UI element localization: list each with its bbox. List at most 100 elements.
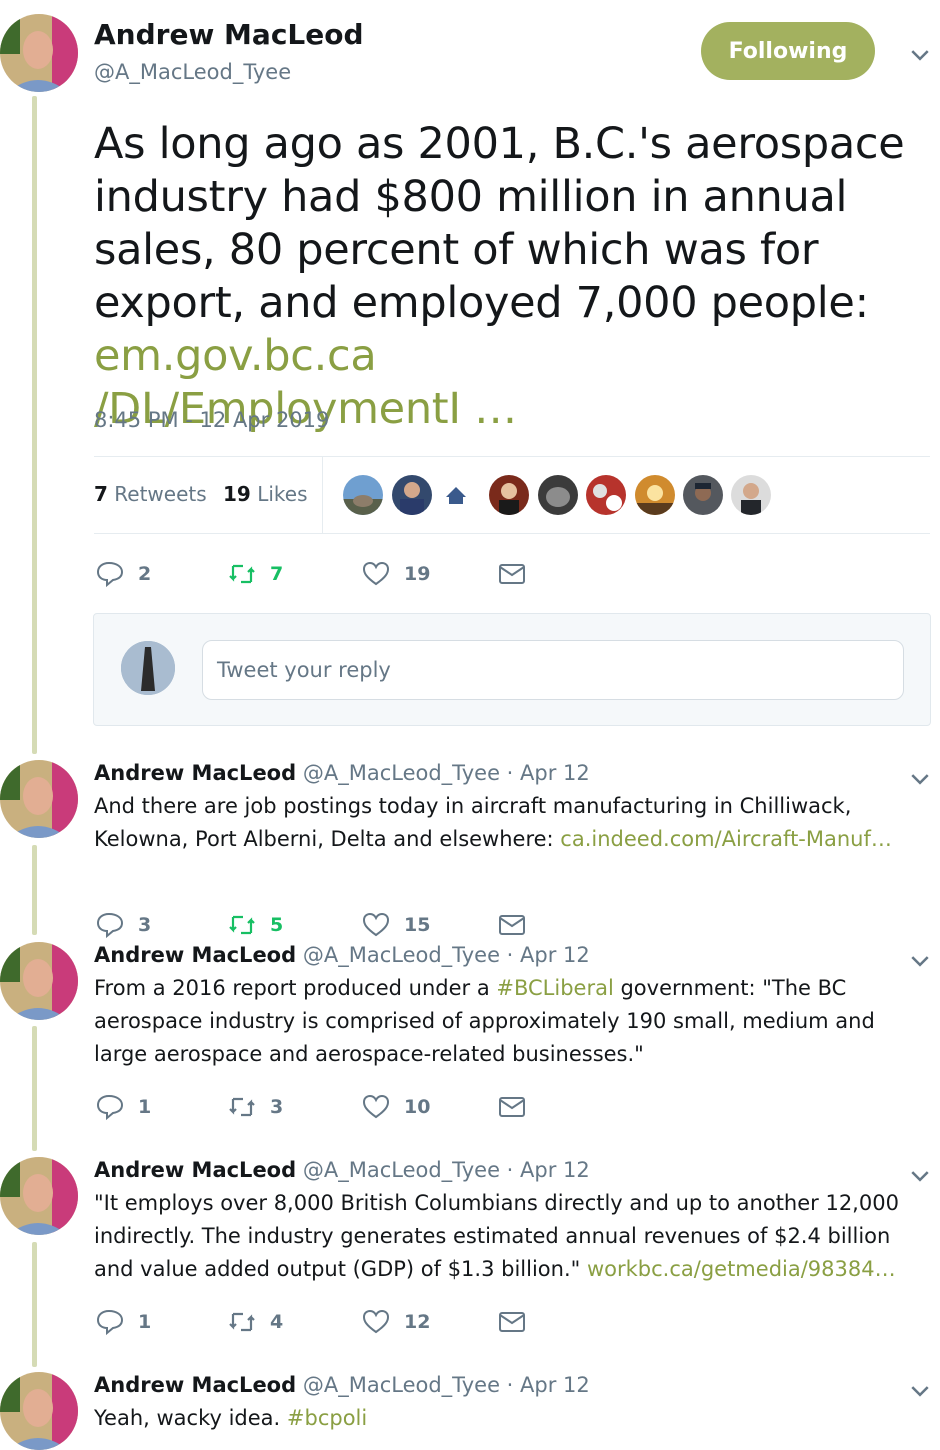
heart-icon xyxy=(362,561,390,586)
retweet-count: 4 xyxy=(270,1311,284,1333)
user-avatar[interactable] xyxy=(121,641,175,695)
dm-button[interactable] xyxy=(498,1308,526,1336)
reply-header: Andrew MacLeod @A_MacLeod_Tyee · Apr 12 xyxy=(94,943,590,967)
envelope-icon xyxy=(499,1312,525,1332)
reply-button[interactable]: 1 xyxy=(96,1308,151,1336)
reply-meta[interactable]: @A_MacLeod_Tyee · Apr 12 xyxy=(303,761,590,785)
liker-avatar[interactable] xyxy=(635,475,675,515)
liker-avatar[interactable] xyxy=(440,475,480,515)
author-avatar[interactable] xyxy=(0,14,78,92)
liker-avatar[interactable] xyxy=(731,475,771,515)
likes-count: 19 xyxy=(223,482,251,506)
retweet-icon xyxy=(229,915,255,935)
like-button[interactable]: 10 xyxy=(362,1093,430,1121)
reply-count: 3 xyxy=(138,914,152,936)
retweet-count: 3 xyxy=(270,1096,284,1118)
liker-avatar[interactable] xyxy=(683,475,723,515)
reply-button[interactable]: 3 xyxy=(96,911,151,939)
heart-icon xyxy=(362,912,390,937)
reply-icon xyxy=(96,1309,124,1336)
retweet-count: 7 xyxy=(270,563,284,585)
liker-avatar[interactable] xyxy=(489,475,529,515)
chevron-down-icon[interactable] xyxy=(910,770,930,788)
likes-label: Likes xyxy=(257,482,308,506)
like-count: 12 xyxy=(404,1311,431,1333)
author-name[interactable]: Andrew MacLeod xyxy=(94,18,364,51)
retweet-icon xyxy=(229,1312,255,1332)
dm-button[interactable] xyxy=(498,560,526,588)
retweets-stat[interactable]: 7 Retweets xyxy=(94,482,207,506)
reply-icon xyxy=(96,1094,124,1121)
like-count: 19 xyxy=(404,563,431,585)
heart-icon xyxy=(362,1094,390,1119)
reply-header: Andrew MacLeod @A_MacLeod_Tyee · Apr 12 xyxy=(94,1158,590,1182)
dm-button[interactable] xyxy=(498,1093,526,1121)
reply-count: 1 xyxy=(138,1096,152,1118)
chevron-down-icon[interactable] xyxy=(910,952,930,970)
chevron-down-icon[interactable] xyxy=(910,1167,930,1185)
reply-count: 2 xyxy=(138,563,152,585)
liker-avatar[interactable] xyxy=(392,475,432,515)
reply-author-avatar[interactable] xyxy=(0,942,78,1020)
reply-text-before: Yeah, wacky idea. xyxy=(94,1406,287,1430)
heart-icon xyxy=(362,1309,390,1334)
reply-input[interactable]: Tweet your reply xyxy=(202,640,904,700)
retweet-count: 5 xyxy=(270,914,284,936)
reply-text-before: From a 2016 report produced under a xyxy=(94,976,497,1000)
retweet-icon xyxy=(229,1097,255,1117)
reply-text: "It employs over 8,000 British Columbian… xyxy=(94,1187,924,1286)
reply-icon xyxy=(96,912,124,939)
reply-link[interactable]: #bcpoli xyxy=(287,1406,367,1430)
retweet-button[interactable]: 3 xyxy=(228,1093,283,1121)
reply-link[interactable]: workbc.ca/getmedia/98384… xyxy=(587,1257,896,1281)
reply-link[interactable]: #BCLiberal xyxy=(496,976,613,1000)
like-button[interactable]: 12 xyxy=(362,1308,430,1336)
liker-avatar[interactable] xyxy=(538,475,578,515)
retweet-button[interactable]: 7 xyxy=(228,560,283,588)
author-handle[interactable]: @A_MacLeod_Tyee xyxy=(94,60,291,84)
likes-stat[interactable]: 19 Likes xyxy=(223,482,308,506)
following-button[interactable]: Following xyxy=(701,22,875,80)
reply-header: Andrew MacLeod @A_MacLeod_Tyee · Apr 12 xyxy=(94,1373,590,1397)
reply-meta[interactable]: @A_MacLeod_Tyee · Apr 12 xyxy=(303,1373,590,1397)
retweet-button[interactable]: 5 xyxy=(228,911,283,939)
liker-avatar[interactable] xyxy=(586,475,626,515)
tweet-timestamp[interactable]: 8:45 PM - 12 Apr 2019 xyxy=(94,408,329,432)
reply-link[interactable]: ca.indeed.com/Aircraft-Manuf… xyxy=(560,827,892,851)
reply-author-avatar[interactable] xyxy=(0,760,78,838)
reply-header: Andrew MacLeod @A_MacLeod_Tyee · Apr 12 xyxy=(94,761,590,785)
reply-meta[interactable]: @A_MacLeod_Tyee · Apr 12 xyxy=(303,943,590,967)
envelope-icon xyxy=(499,564,525,584)
tweet-text: As long ago as 2001, B.C.'s aerospace in… xyxy=(94,118,934,436)
reply-composer: Tweet your reply xyxy=(93,613,931,726)
reply-text: And there are job postings today in airc… xyxy=(94,790,924,856)
like-button[interactable]: 19 xyxy=(362,560,430,588)
liker-avatar[interactable] xyxy=(343,475,383,515)
like-button[interactable]: 15 xyxy=(362,911,430,939)
reply-author-avatar[interactable] xyxy=(0,1372,78,1450)
chevron-down-icon[interactable] xyxy=(910,1382,930,1400)
reply-author-name[interactable]: Andrew MacLeod xyxy=(94,1373,296,1397)
dm-button[interactable] xyxy=(498,911,526,939)
retweets-count: 7 xyxy=(94,482,108,506)
reply-author-name[interactable]: Andrew MacLeod xyxy=(94,761,296,785)
tweet-body: As long ago as 2001, B.C.'s aerospace in… xyxy=(94,119,905,328)
retweet-button[interactable]: 4 xyxy=(228,1308,283,1336)
envelope-icon xyxy=(499,1097,525,1117)
reply-button[interactable]: 1 xyxy=(96,1093,151,1121)
like-count: 10 xyxy=(404,1096,431,1118)
reply-author-avatar[interactable] xyxy=(0,1157,78,1235)
reply-text: From a 2016 report produced under a #BCL… xyxy=(94,972,924,1071)
reply-button[interactable]: 2 xyxy=(96,560,151,588)
chevron-down-icon[interactable] xyxy=(910,46,930,64)
like-count: 15 xyxy=(404,914,431,936)
retweet-icon xyxy=(229,564,255,584)
reply-meta[interactable]: @A_MacLeod_Tyee · Apr 12 xyxy=(303,1158,590,1182)
reply-count: 1 xyxy=(138,1311,152,1333)
reply-icon xyxy=(96,561,124,588)
envelope-icon xyxy=(499,915,525,935)
reply-author-name[interactable]: Andrew MacLeod xyxy=(94,943,296,967)
reply-author-name[interactable]: Andrew MacLeod xyxy=(94,1158,296,1182)
retweets-label: Retweets xyxy=(114,482,207,506)
reply-text: Yeah, wacky idea. #bcpoli xyxy=(94,1402,924,1435)
